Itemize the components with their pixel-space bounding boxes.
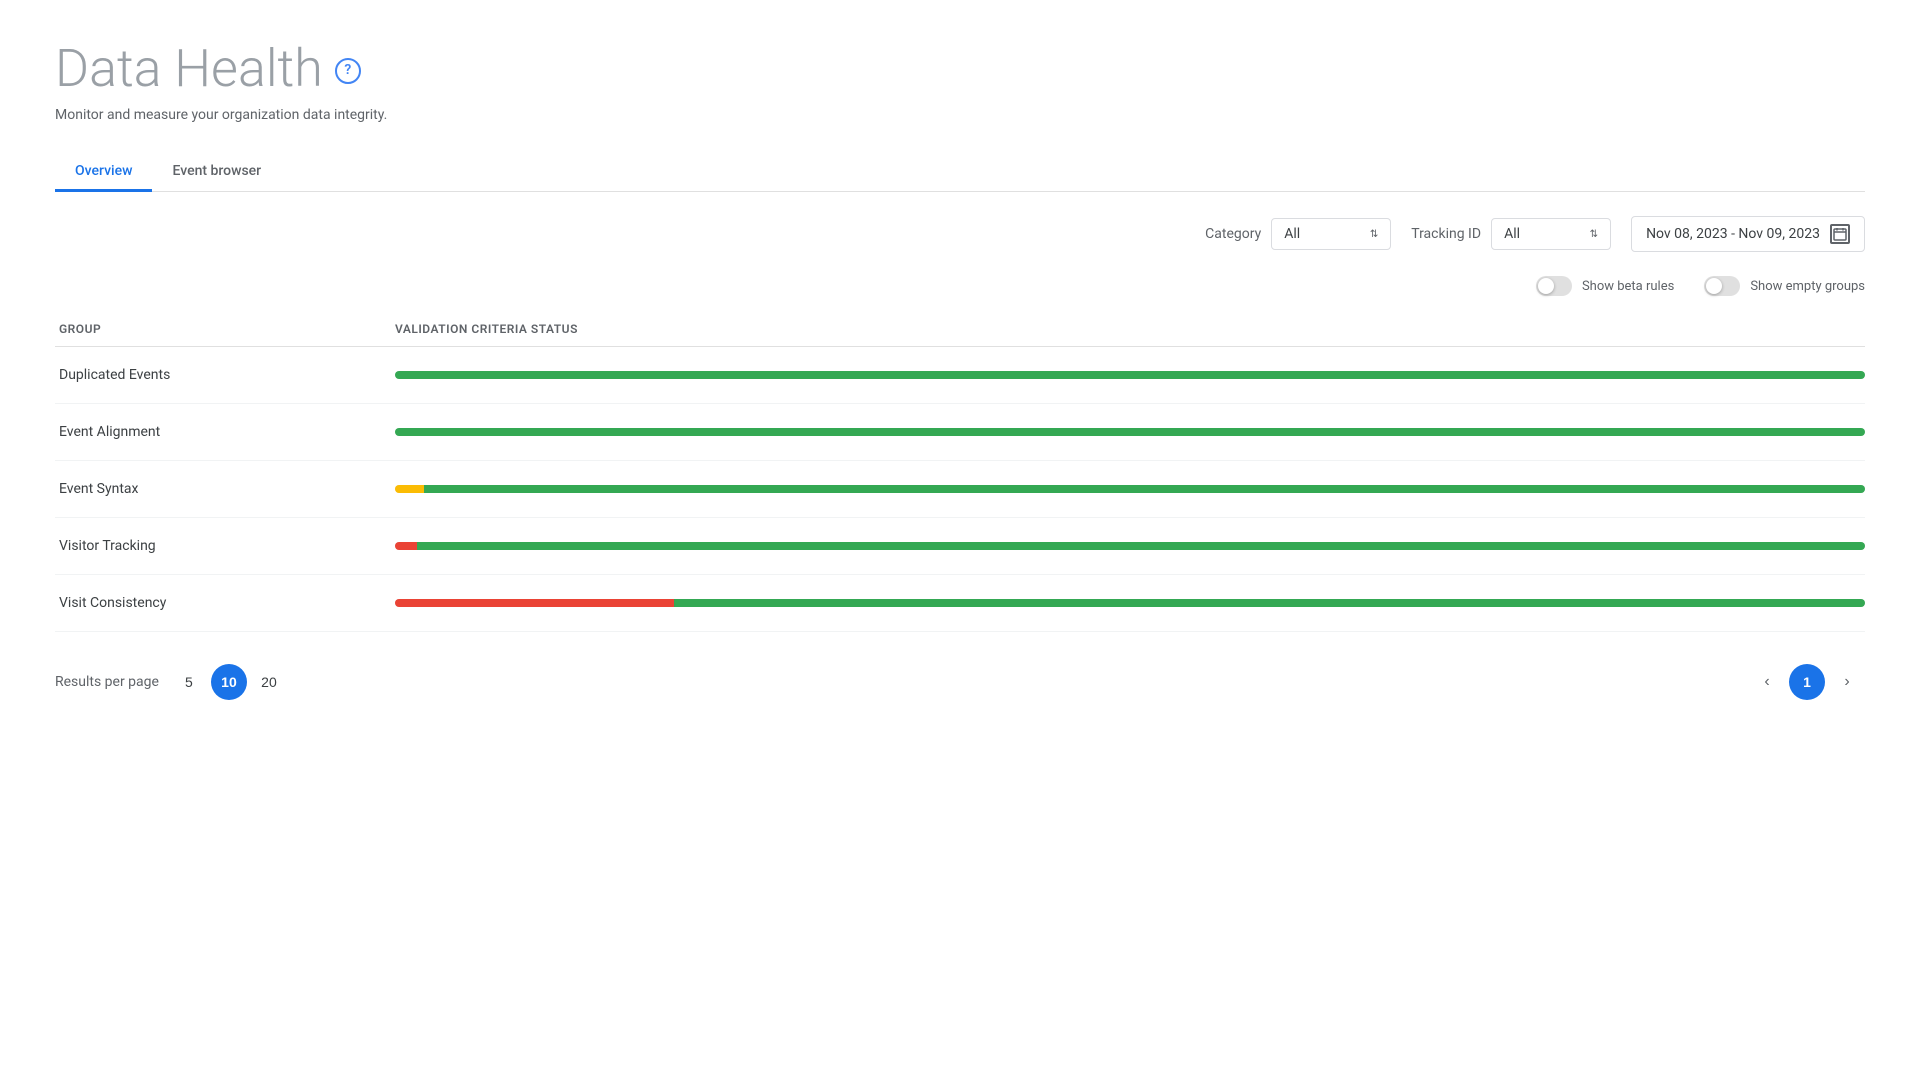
table-row[interactable]: Visitor Tracking (55, 518, 1865, 575)
bar-yellow (395, 485, 424, 493)
options-row: Show beta rules Show empty groups (55, 268, 1865, 312)
table-header: Group Validation criteria status (55, 312, 1865, 347)
bar-green (395, 371, 1865, 379)
help-icon[interactable]: ? (335, 58, 361, 84)
row-group-name: Visit Consistency (55, 595, 395, 611)
results-per-page-label: Results per page (55, 674, 159, 690)
page-title: Data Health (55, 40, 323, 97)
per-page-btn-20[interactable]: 20 (251, 664, 287, 700)
table-row[interactable]: Visit Consistency (55, 575, 1865, 632)
bar-green (424, 485, 1865, 493)
calendar-icon (1830, 224, 1850, 244)
bar-green (395, 428, 1865, 436)
empty-groups-toggle[interactable] (1704, 276, 1740, 296)
row-group-name: Event Alignment (55, 424, 395, 440)
table-row[interactable]: Event Alignment (55, 404, 1865, 461)
pagination-row: Results per page 51020 ‹ 1 › (55, 632, 1865, 720)
row-bar (395, 485, 1865, 493)
row-bar (395, 599, 1865, 607)
filters-row: Category All ⇅ Tracking ID All ⇅ Nov 08,… (55, 192, 1865, 268)
per-page-btn-5[interactable]: 5 (171, 664, 207, 700)
category-select[interactable]: All ⇅ (1271, 218, 1391, 250)
empty-groups-toggle-group: Show empty groups (1704, 276, 1865, 296)
beta-rules-toggle-group: Show beta rules (1536, 276, 1674, 296)
tab-event-browser[interactable]: Event browser (152, 153, 281, 192)
row-group-name: Visitor Tracking (55, 538, 395, 554)
category-filter-group: Category All ⇅ (1205, 218, 1391, 250)
bar-green (417, 542, 1865, 550)
results-per-page: Results per page 51020 (55, 664, 287, 700)
row-bar (395, 371, 1865, 379)
row-bar (395, 428, 1865, 436)
table-row[interactable]: Duplicated Events (55, 347, 1865, 404)
bar-red (395, 599, 674, 607)
tabs-container: Overview Event browser (55, 153, 1865, 192)
row-group-name: Event Syntax (55, 481, 395, 497)
col-header-group: Group (55, 322, 395, 336)
tracking-id-label: Tracking ID (1411, 226, 1481, 242)
per-page-btn-10[interactable]: 10 (211, 664, 247, 700)
date-range-text: Nov 08, 2023 - Nov 09, 2023 (1646, 226, 1820, 242)
prev-page-button[interactable]: ‹ (1749, 664, 1785, 700)
tracking-id-select[interactable]: All ⇅ (1491, 218, 1611, 250)
tracking-id-chevron-icon: ⇅ (1590, 229, 1598, 240)
tracking-id-value: All (1504, 226, 1520, 242)
beta-rules-toggle[interactable] (1536, 276, 1572, 296)
beta-rules-label: Show beta rules (1582, 279, 1674, 294)
table-row[interactable]: Event Syntax (55, 461, 1865, 518)
data-table: Group Validation criteria status Duplica… (55, 312, 1865, 632)
category-value: All (1284, 226, 1300, 242)
table-body: Duplicated Events Event Alignment Event Sy… (55, 347, 1865, 632)
tab-overview[interactable]: Overview (55, 153, 152, 192)
row-group-name: Duplicated Events (55, 367, 395, 383)
next-page-button[interactable]: › (1829, 664, 1865, 700)
tracking-id-filter-group: Tracking ID All ⇅ (1411, 218, 1611, 250)
page-title-row: Data Health ? (55, 40, 1865, 97)
bar-green (674, 599, 1865, 607)
page-subtitle: Monitor and measure your organization da… (55, 107, 1865, 123)
per-page-options: 51020 (171, 664, 287, 700)
page-1-button[interactable]: 1 (1789, 664, 1825, 700)
row-bar (395, 542, 1865, 550)
date-range-button[interactable]: Nov 08, 2023 - Nov 09, 2023 (1631, 216, 1865, 252)
bar-red (395, 542, 417, 550)
col-header-status: Validation criteria status (395, 322, 1865, 336)
page-controls: ‹ 1 › (1749, 664, 1865, 700)
empty-groups-label: Show empty groups (1750, 279, 1865, 294)
category-label: Category (1205, 226, 1261, 242)
category-chevron-icon: ⇅ (1370, 229, 1378, 240)
